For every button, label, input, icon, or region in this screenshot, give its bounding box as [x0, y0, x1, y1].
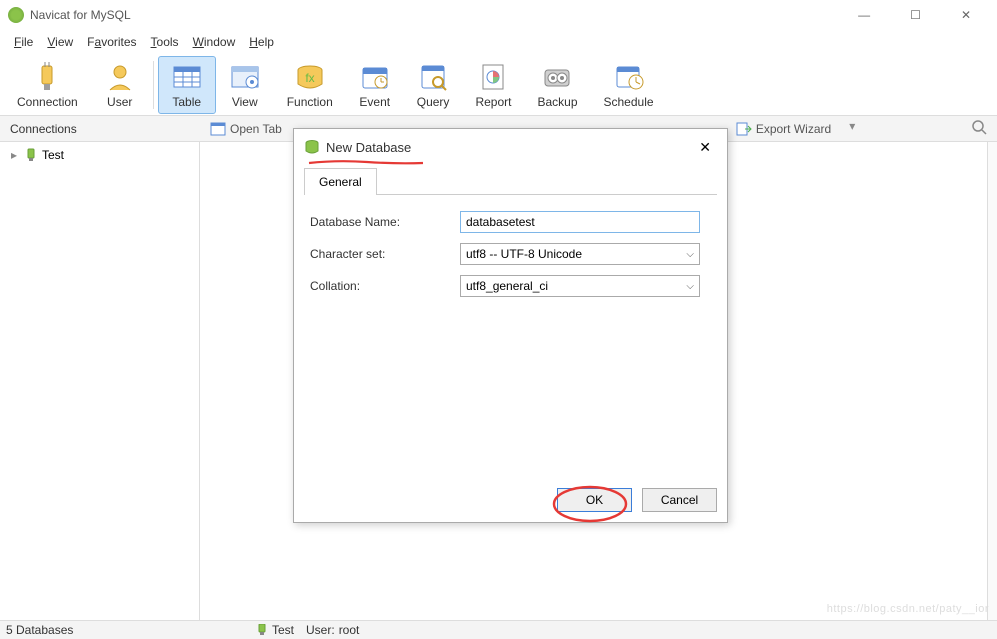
- connection-active-icon: [24, 148, 38, 162]
- row-collation: Collation: utf8_general_ci ⌵: [310, 275, 711, 297]
- database-name-input[interactable]: [460, 211, 700, 233]
- toolbar-separator: [153, 61, 154, 109]
- toolbar-user-label: User: [107, 95, 132, 109]
- menu-tools[interactable]: Tools: [145, 33, 185, 51]
- app-title: Navicat for MySQL: [30, 8, 131, 22]
- menu-file[interactable]: FFileile: [8, 33, 39, 51]
- backup-icon: [541, 61, 573, 93]
- toolbar-connection-label: Connection: [17, 95, 78, 109]
- status-databases: 5 Databases: [6, 623, 256, 637]
- toolbar-view[interactable]: View: [216, 56, 274, 114]
- dialog-form: Database Name: Character set: utf8 -- UT…: [304, 195, 717, 323]
- export-wizard-dropdown[interactable]: ▾: [849, 119, 855, 138]
- charset-label: Character set:: [310, 247, 460, 261]
- expand-icon[interactable]: ▸: [8, 149, 20, 161]
- dialog-tabstrip: General: [304, 167, 717, 195]
- menu-help[interactable]: Help: [243, 33, 280, 51]
- toolbar: Connection User Table View fx Function E…: [0, 54, 997, 116]
- chevron-down-icon: ⌵: [686, 249, 694, 260]
- right-sidebar: [987, 142, 997, 620]
- cancel-button[interactable]: Cancel: [642, 488, 717, 512]
- toolbar-report[interactable]: Report: [462, 56, 524, 114]
- window-controls: — ☐ ✕: [848, 4, 989, 26]
- report-icon: [477, 61, 509, 93]
- status-connection-name: Test: [272, 623, 294, 637]
- search-icon[interactable]: [961, 119, 997, 138]
- charset-value: utf8 -- UTF-8 Unicode: [466, 247, 582, 261]
- minimize-button[interactable]: —: [848, 4, 880, 26]
- status-user-value: root: [339, 623, 360, 637]
- toolbar-query-label: Query: [417, 95, 450, 109]
- toolbar-table-label: Table: [172, 95, 201, 109]
- schedule-icon: [613, 61, 645, 93]
- toolbar-table[interactable]: Table: [158, 56, 216, 114]
- database-name-label: Database Name:: [310, 215, 460, 229]
- toolbar-backup-label: Backup: [537, 95, 577, 109]
- table-icon: [171, 61, 203, 93]
- toolbar-function-label: Function: [287, 95, 333, 109]
- toolbar-view-label: View: [232, 95, 258, 109]
- event-icon: [359, 61, 391, 93]
- database-icon: [304, 139, 320, 155]
- maximize-button[interactable]: ☐: [900, 4, 931, 26]
- toolbar-connection[interactable]: Connection: [4, 56, 91, 114]
- dialog-close-button[interactable]: ✕: [693, 137, 717, 158]
- charset-select[interactable]: utf8 -- UTF-8 Unicode ⌵: [460, 243, 700, 265]
- menubar: FFileile View Favorites Tools Window Hel…: [0, 30, 997, 54]
- function-icon: fx: [294, 61, 326, 93]
- status-connection-icon: [256, 624, 268, 636]
- toolbar-schedule[interactable]: Schedule: [591, 56, 667, 114]
- app-icon: [8, 7, 24, 23]
- open-table-action[interactable]: Open Tab: [210, 119, 282, 138]
- connections-label: Connections: [0, 118, 200, 140]
- tree-connection-label: Test: [42, 148, 64, 162]
- close-button[interactable]: ✕: [951, 4, 981, 26]
- chevron-down-icon: ⌵: [686, 281, 694, 292]
- row-charset: Character set: utf8 -- UTF-8 Unicode ⌵: [310, 243, 711, 265]
- dialog-buttons: OK Cancel: [294, 478, 727, 522]
- tab-general[interactable]: General: [304, 168, 377, 195]
- toolbar-function[interactable]: fx Function: [274, 56, 346, 114]
- view-icon: [229, 61, 261, 93]
- query-icon: [417, 61, 449, 93]
- collation-select[interactable]: utf8_general_ci ⌵: [460, 275, 700, 297]
- titlebar: Navicat for MySQL — ☐ ✕: [0, 0, 997, 30]
- toolbar-event[interactable]: Event: [346, 56, 404, 114]
- user-icon: [104, 61, 136, 93]
- table-mini-icon: [210, 121, 226, 137]
- connections-sidebar: ▸ Test: [0, 142, 200, 620]
- menu-window[interactable]: Window: [187, 33, 242, 51]
- ok-button[interactable]: OK: [557, 488, 632, 512]
- toolbar-backup[interactable]: Backup: [524, 56, 590, 114]
- collation-value: utf8_general_ci: [466, 279, 548, 293]
- dialog-title: New Database: [326, 140, 411, 155]
- export-wizard-action[interactable]: Export Wizard: [736, 119, 831, 138]
- statusbar: 5 Databases Test User: root: [0, 620, 997, 639]
- menu-favorites[interactable]: Favorites: [81, 33, 142, 51]
- toolbar-user[interactable]: User: [91, 56, 149, 114]
- menu-view[interactable]: View: [41, 33, 79, 51]
- tree-connection-test[interactable]: ▸ Test: [4, 146, 195, 164]
- annotation-underline: [307, 156, 425, 164]
- toolbar-schedule-label: Schedule: [604, 95, 654, 109]
- open-table-label: Open Tab: [230, 122, 282, 136]
- export-wizard-label: Export Wizard: [756, 122, 831, 136]
- status-user-label: User:: [306, 623, 335, 637]
- watermark: https://blog.csdn.net/paty__ior: [827, 603, 989, 615]
- row-database-name: Database Name:: [310, 211, 711, 233]
- export-mini-icon: [736, 121, 752, 137]
- svg-text:fx: fx: [305, 71, 314, 85]
- toolbar-event-label: Event: [359, 95, 390, 109]
- collation-label: Collation:: [310, 279, 460, 293]
- dialog-body: General Database Name: Character set: ut…: [294, 165, 727, 478]
- toolbar-report-label: Report: [475, 95, 511, 109]
- new-database-dialog: New Database ✕ General Database Name: Ch…: [293, 128, 728, 523]
- plug-icon: [31, 61, 63, 93]
- toolbar-query[interactable]: Query: [404, 56, 463, 114]
